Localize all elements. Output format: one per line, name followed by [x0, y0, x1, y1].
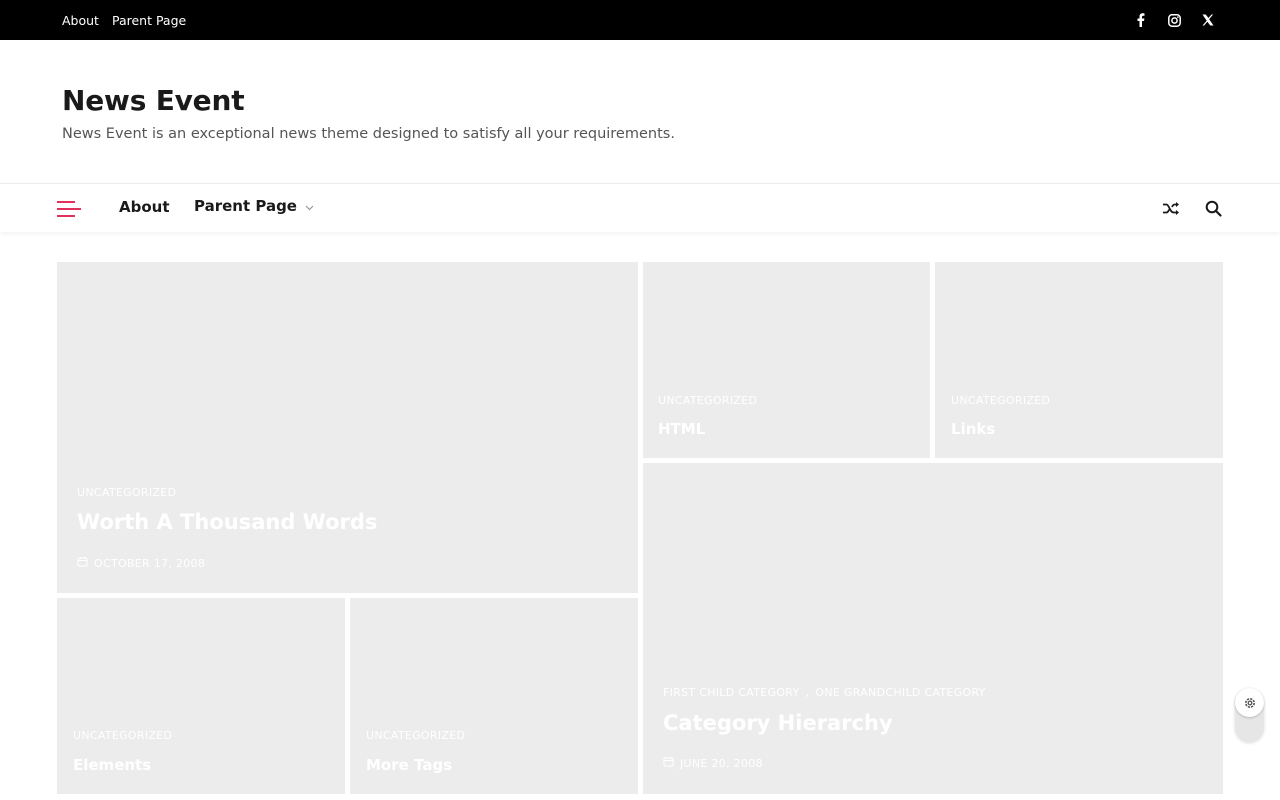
x-twitter-icon[interactable] — [1198, 10, 1218, 30]
post-category[interactable]: UNCATEGORIZED — [366, 729, 465, 742]
post-card-more-tags[interactable]: UNCATEGORIZED More Tags — [350, 598, 638, 794]
category-separator: , — [805, 686, 810, 699]
post-category[interactable]: UNCATEGORIZED — [951, 394, 1050, 407]
post-title[interactable]: Worth A Thousand Words — [77, 510, 377, 534]
post-date-text[interactable]: JUNE 20, 2008 — [680, 757, 763, 770]
post-title[interactable]: More Tags — [366, 756, 452, 774]
post-card-elements[interactable]: UNCATEGORIZED Elements — [57, 598, 345, 794]
top-bar: About Parent Page — [0, 0, 1280, 40]
post-title[interactable]: HTML — [658, 420, 705, 438]
search-icon[interactable] — [1202, 197, 1224, 219]
post-card-html[interactable]: UNCATEGORIZED HTML — [643, 262, 930, 458]
shuffle-icon[interactable] — [1160, 197, 1182, 219]
main-nav: About Parent Page — [0, 183, 1280, 232]
post-date: OCTOBER 17, 2008 — [77, 556, 205, 570]
post-categories: FIRST CHILD CATEGORY , ONE GRANDCHILD CA… — [663, 686, 986, 699]
nav-item-parent-page-label: Parent Page — [194, 197, 297, 215]
chevron-down-icon — [305, 197, 314, 215]
nav-item-parent-page[interactable]: Parent Page — [194, 197, 314, 215]
social-links — [1130, 0, 1218, 40]
gear-icon — [1235, 688, 1264, 717]
post-title[interactable]: Links — [951, 420, 995, 438]
top-nav: About Parent Page — [62, 0, 186, 40]
post-category[interactable]: UNCATEGORIZED — [77, 486, 176, 499]
nav-actions — [1160, 197, 1224, 219]
post-card-links[interactable]: UNCATEGORIZED Links — [935, 262, 1223, 458]
calendar-icon — [663, 756, 674, 770]
post-category[interactable]: ONE GRANDCHILD CATEGORY — [815, 686, 985, 699]
post-date: JUNE 20, 2008 — [663, 756, 763, 770]
post-card-worth-a-thousand-words[interactable]: UNCATEGORIZED Worth A Thousand Words OCT… — [57, 262, 638, 593]
instagram-icon[interactable] — [1164, 10, 1184, 30]
post-title[interactable]: Elements — [73, 756, 151, 774]
post-category[interactable]: UNCATEGORIZED — [658, 394, 757, 407]
site-title[interactable]: News Event — [62, 84, 245, 117]
top-link-parent-page[interactable]: Parent Page — [112, 13, 186, 28]
calendar-icon — [77, 556, 88, 570]
site-description: News Event is an exceptional news theme … — [62, 126, 675, 142]
settings-toggle[interactable] — [1235, 688, 1264, 742]
post-date-text[interactable]: OCTOBER 17, 2008 — [94, 557, 205, 570]
post-category[interactable]: FIRST CHILD CATEGORY — [663, 686, 800, 699]
nav-item-about[interactable]: About — [119, 198, 170, 216]
post-title[interactable]: Category Hierarchy — [663, 711, 893, 735]
post-card-category-hierarchy[interactable]: FIRST CHILD CATEGORY , ONE GRANDCHILD CA… — [643, 463, 1223, 794]
post-category[interactable]: UNCATEGORIZED — [73, 729, 172, 742]
facebook-icon[interactable] — [1130, 10, 1150, 30]
top-link-about[interactable]: About — [62, 13, 99, 28]
menu-toggle-icon[interactable] — [57, 201, 81, 217]
